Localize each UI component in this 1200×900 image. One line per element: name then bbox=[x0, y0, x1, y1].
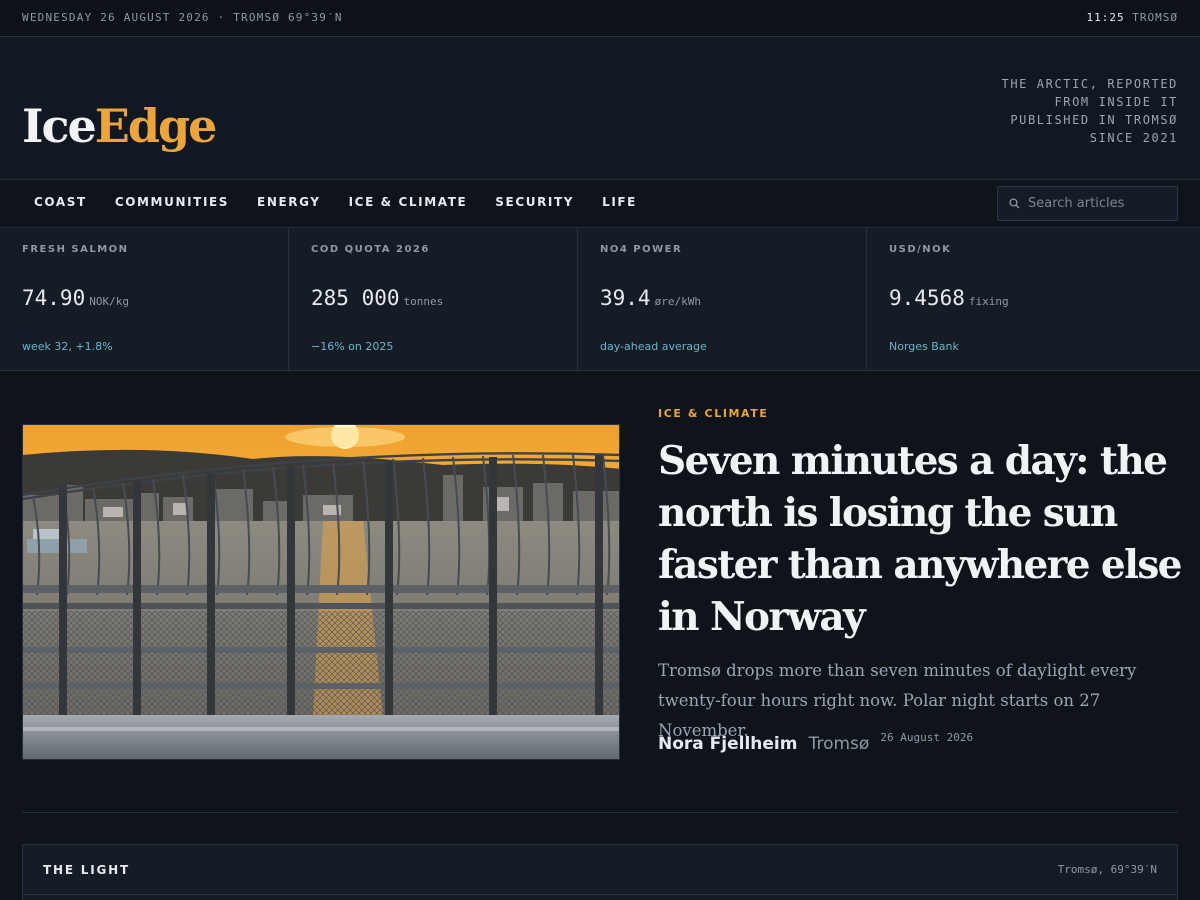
local-time: 11:25 TROMSØ bbox=[1087, 11, 1179, 24]
main-nav: COAST COMMUNITIES ENERGY ICE & CLIMATE S… bbox=[0, 180, 1200, 228]
ticker-value-row: 39.4 øre/kWh bbox=[600, 286, 701, 310]
article-kicker[interactable]: ICE & CLIMATE bbox=[658, 407, 769, 420]
logo-ice: Ice bbox=[22, 99, 97, 153]
ticker-unit: tonnes bbox=[403, 295, 444, 308]
tagline-line: THE ARCTIC, REPORTED bbox=[1001, 77, 1178, 91]
ticker-label: FRESH SALMON bbox=[22, 244, 129, 255]
section-divider bbox=[22, 812, 1178, 813]
nav-item-coast[interactable]: COAST bbox=[34, 195, 87, 209]
ticker-unit: øre/kWh bbox=[654, 295, 701, 308]
article-author[interactable]: Nora Fjellheim bbox=[658, 734, 797, 754]
sunset-bridge-illustration bbox=[23, 425, 619, 759]
tagline-line: FROM INSIDE IT bbox=[1054, 95, 1178, 109]
article-place: Tromsø bbox=[808, 734, 870, 754]
section-panel-the-light: THE LIGHT Tromsø, 69°39′N bbox=[22, 844, 1178, 900]
article-headline[interactable]: Seven minutes a day: the north is losing… bbox=[658, 435, 1188, 643]
top-bar: WEDNESDAY 26 AUGUST 2026 · TROMSØ 69°39′… bbox=[0, 0, 1200, 37]
ticker-note: −16% on 2025 bbox=[311, 340, 394, 353]
section-title: THE LIGHT bbox=[43, 863, 130, 877]
ticker-unit: fixing bbox=[968, 295, 1009, 308]
ticker-unit: NOK/kg bbox=[89, 295, 129, 308]
ticker-note: week 32, +1.8% bbox=[22, 340, 113, 353]
search-box[interactable] bbox=[997, 186, 1178, 221]
ticker-item-power: NO4 POWER 39.4 øre/kWh day-ahead average bbox=[578, 228, 867, 370]
nav-item-energy[interactable]: ENERGY bbox=[257, 195, 321, 209]
ticker-value-row: 74.90 NOK/kg bbox=[22, 286, 129, 310]
tagline: THE ARCTIC, REPORTED FROM INSIDE IT PUBL… bbox=[1002, 75, 1179, 147]
ticker-note: Norges Bank bbox=[889, 340, 959, 353]
nav-item-life[interactable]: LIFE bbox=[602, 195, 637, 209]
clock-location: TROMSØ bbox=[1132, 11, 1178, 24]
article-date: 26 August 2026 bbox=[880, 731, 974, 744]
search-input[interactable] bbox=[1028, 187, 1173, 220]
tagline-line: SINCE 2021 bbox=[1089, 131, 1178, 145]
nav-item-security[interactable]: SECURITY bbox=[495, 195, 574, 209]
market-ticker: FRESH SALMON 74.90 NOK/kg week 32, +1.8% … bbox=[0, 228, 1200, 371]
article-byline: Nora Fjellheim Tromsø 26 August 2026 bbox=[658, 731, 974, 754]
ticker-item-cod-quota: COD QUOTA 2026 285 000 tonnes −16% on 202… bbox=[289, 228, 578, 370]
ticker-label: USD/NOK bbox=[889, 244, 952, 255]
dateline: WEDNESDAY 26 AUGUST 2026 · TROMSØ 69°39′… bbox=[22, 11, 343, 24]
clock: 11:25 bbox=[1086, 11, 1125, 24]
search-icon bbox=[1009, 198, 1020, 209]
ticker-value-row: 285 000 tonnes bbox=[311, 286, 443, 310]
ticker-note: day-ahead average bbox=[600, 340, 707, 353]
logo-edge: Edge bbox=[94, 99, 218, 153]
ticker-item-usd-nok: USD/NOK 9.4568 fixing Norges Bank bbox=[867, 228, 1179, 370]
nav-list: COAST COMMUNITIES ENERGY ICE & CLIMATE S… bbox=[34, 195, 637, 209]
ticker-value: 39.4 bbox=[600, 286, 651, 310]
section-location: Tromsø, 69°39′N bbox=[1057, 863, 1157, 876]
nav-item-ice-climate[interactable]: ICE & CLIMATE bbox=[349, 195, 468, 209]
ticker-label: COD QUOTA 2026 bbox=[311, 244, 430, 255]
tagline-line: PUBLISHED IN TROMSØ bbox=[1010, 113, 1178, 127]
ticker-label: NO4 POWER bbox=[600, 244, 683, 255]
ticker-value: 74.90 bbox=[22, 286, 86, 310]
ticker-item-salmon: FRESH SALMON 74.90 NOK/kg week 32, +1.8% bbox=[0, 228, 289, 370]
panel-divider bbox=[23, 894, 1177, 895]
hero-image[interactable] bbox=[22, 424, 620, 760]
ticker-value-row: 9.4568 fixing bbox=[889, 286, 1009, 310]
site-logo[interactable]: IceEdge bbox=[22, 103, 217, 149]
ticker-value: 9.4568 bbox=[889, 286, 965, 310]
masthead: IceEdge THE ARCTIC, REPORTED FROM INSIDE… bbox=[0, 37, 1200, 180]
ticker-value: 285 000 bbox=[311, 286, 400, 310]
nav-item-communities[interactable]: COMMUNITIES bbox=[115, 195, 229, 209]
